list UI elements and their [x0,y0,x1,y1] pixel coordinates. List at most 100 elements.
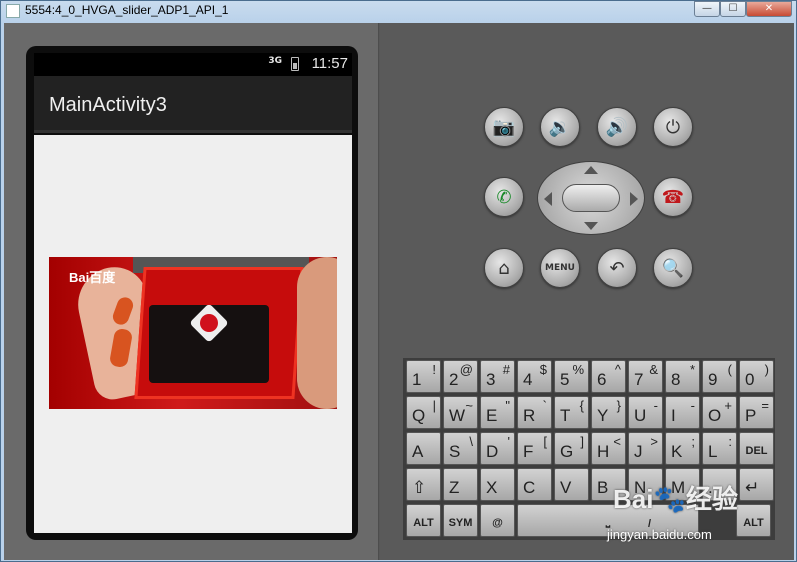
key-s[interactable]: S \ [443,432,478,465]
key-7[interactable]: 7 & [628,360,663,393]
sym-key[interactable]: SYM [443,504,478,537]
volume-down-icon[interactable]: 🔉 [540,107,580,147]
key-label: 8 [671,370,681,389]
status-bar: 3G 11:57 [34,53,352,76]
key-j[interactable]: J > [628,432,663,465]
key-1[interactable]: 1! [406,360,441,393]
key-4[interactable]: 4 $ [517,360,552,393]
key-alt-label: + [724,398,732,413]
key-label: Q [412,406,426,425]
key-o[interactable]: O + [702,396,737,429]
key-alt-label: $ [539,362,547,377]
key-t[interactable]: T{ [554,396,589,429]
baidu-logo: Bai百度 [69,270,116,285]
key-label: L [708,442,718,461]
key-l[interactable]: L: [702,432,737,465]
key-a[interactable]: A [406,432,441,465]
key-label: ALT [743,517,764,529]
key-p[interactable]: P = [739,396,774,429]
dpad-left-icon[interactable] [544,192,552,206]
key-alt-label: " [505,398,510,413]
key-alt-label: ] [580,434,584,449]
key-label: 9 [708,370,718,389]
key-0[interactable]: 0) [739,360,774,393]
key-i[interactable]: I- [665,396,700,429]
key-d[interactable]: D ' [480,432,515,465]
network-indicator: 3G [268,56,282,66]
close-button[interactable]: ✕ [746,1,792,17]
key-label: J [634,442,643,461]
key-alt-label: ( [727,362,732,377]
key-3[interactable]: 3 # [480,360,515,393]
app-title: MainActivity3 [49,94,167,116]
key-g[interactable]: G] [554,432,589,465]
key-h[interactable]: H < [591,432,626,465]
maximize-button[interactable]: ☐ [720,1,746,17]
call-icon[interactable]: ✆ [484,177,524,217]
key-r[interactable]: R ` [517,396,552,429]
key-alt-label: - [690,398,695,413]
dpad-up-icon[interactable] [584,166,598,174]
key-↵[interactable]: ↵ [739,468,774,501]
device-panel: 3G 11:57 MainActivity3 Bai百度 [4,23,379,560]
menu-button[interactable]: MENU [540,248,580,288]
key-8[interactable]: 8 * [665,360,700,393]
volume-up-icon[interactable]: 🔊 [597,107,637,147]
key-label: A [412,442,424,461]
key-q[interactable]: Q | [406,396,441,429]
key-label: P [745,406,757,425]
key-label: 3 [486,370,496,389]
key-y[interactable]: Y} [591,396,626,429]
at-key[interactable]: @ [480,504,515,537]
key-label: 6 [597,370,607,389]
search-icon[interactable]: 🔍 [653,248,693,288]
power-icon[interactable]: ⏻ [653,107,693,147]
key-label: S [449,442,461,461]
key-9[interactable]: 9( [702,360,737,393]
key-⇧[interactable]: ⇧ [406,468,441,501]
key-2[interactable]: 2 @ [443,360,478,393]
key-label: F [523,442,534,461]
key-alt-label: ! [432,362,436,377]
key-label: B [597,478,609,497]
dpad-center-button[interactable] [562,184,620,212]
key-x[interactable]: X [480,468,515,501]
key-e[interactable]: E " [480,396,515,429]
key-c[interactable]: C [517,468,552,501]
key-alt-label: & [649,362,658,377]
battery-icon [291,57,299,71]
key-alt-label: < [613,434,621,449]
key-6[interactable]: 6 ^ [591,360,626,393]
key-alt-label: = [761,398,769,413]
image-view[interactable]: Bai百度 [49,257,337,409]
key-k[interactable]: K; [665,432,700,465]
alt-key[interactable]: ALT [406,504,441,537]
dpad-down-icon[interactable] [584,222,598,230]
key-label: ⇧ [412,478,427,497]
dpad-right-icon[interactable] [630,192,638,206]
key-5[interactable]: 5% [554,360,589,393]
key-alt-label: @ [459,362,473,377]
key-label: D [486,442,499,461]
end-call-icon[interactable]: ☎ [653,177,693,217]
watermark-url: jingyan.baidu.com [607,527,712,542]
key-alt-label: # [502,362,510,377]
key-label: R [523,406,536,425]
key-v[interactable]: V [554,468,589,501]
minimize-button[interactable]: — [694,1,720,17]
key-label: X [486,478,498,497]
key-z[interactable]: Z [443,468,478,501]
home-icon[interactable]: ⌂ [484,248,524,288]
key-w[interactable]: W ~ [443,396,478,429]
back-icon[interactable]: ↶ [597,248,637,288]
key-label: 7 [634,370,644,389]
key-label: 0 [745,370,755,389]
key-del[interactable]: DEL [739,432,774,465]
key-label: E [486,406,498,425]
key-u[interactable]: U- [628,396,663,429]
camera-icon[interactable]: 📷 [484,107,524,147]
alt-key[interactable]: ALT [736,504,771,537]
dpad[interactable] [537,161,645,235]
key-f[interactable]: F[ [517,432,552,465]
key-label: O [708,406,722,425]
